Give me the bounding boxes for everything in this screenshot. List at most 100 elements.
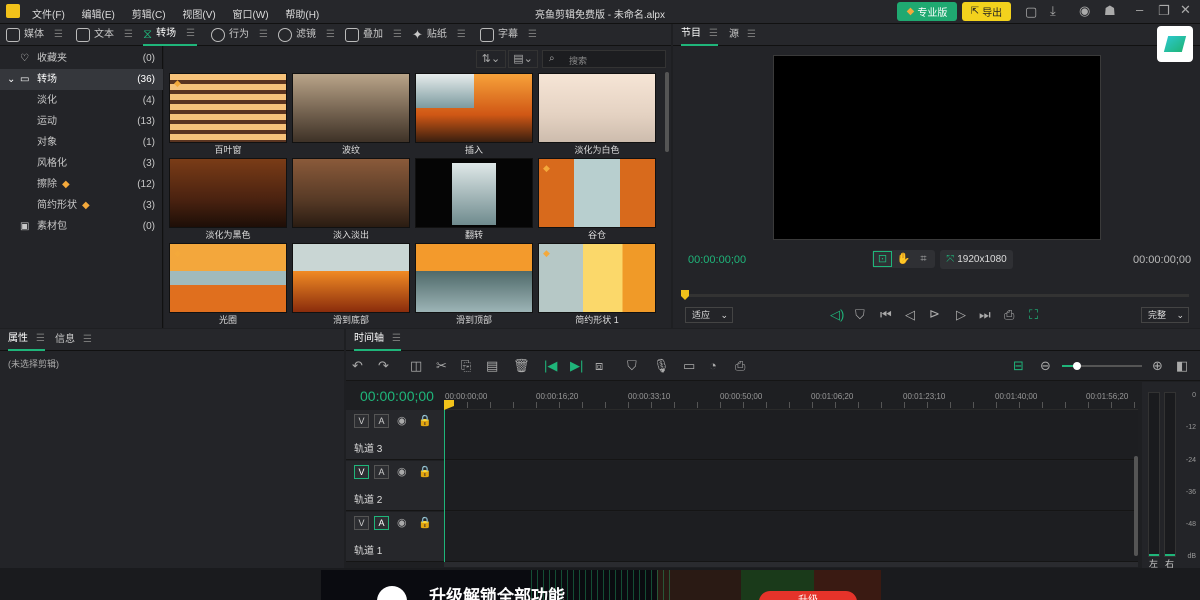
copy-icon[interactable]: ⎘	[461, 359, 471, 373]
tab-properties[interactable]: 属性 ☰	[8, 329, 45, 351]
upgrade-banner[interactable]: 升级解锁全部功能 升级	[321, 570, 881, 600]
minimize-icon[interactable]: –	[1136, 3, 1143, 17]
delete-icon[interactable]: 🗑	[513, 359, 530, 373]
transition-thumb[interactable]	[292, 73, 410, 143]
transition-thumb[interactable]: ◆	[169, 73, 287, 143]
menu-file[interactable]: 文件(F)	[32, 10, 65, 21]
transition-thumb[interactable]	[415, 73, 533, 143]
view-mode-button[interactable]: ▤⌄	[508, 50, 538, 68]
crop-icon[interactable]: ⌗	[914, 252, 933, 266]
tab-subtitles[interactable]: 字幕 ☰	[480, 24, 537, 46]
transition-thumb[interactable]	[292, 243, 410, 313]
shield-icon[interactable]: ⛉	[627, 359, 637, 373]
trim-start-icon[interactable]: |◀	[544, 359, 557, 373]
play-icon[interactable]: ⊳	[929, 307, 940, 321]
audio-toggle[interactable]: A	[374, 516, 389, 530]
video-toggle[interactable]: V	[354, 516, 369, 530]
tab-media[interactable]: 媒体 ☰	[6, 24, 63, 46]
tab-program[interactable]: 节目 ☰	[681, 24, 718, 46]
download-icon[interactable]: ⤓	[1050, 4, 1056, 18]
transition-thumb[interactable]: ◆	[538, 158, 656, 228]
transition-thumb[interactable]	[538, 73, 656, 143]
transition-thumb[interactable]	[292, 158, 410, 228]
track-lane[interactable]	[444, 461, 1138, 511]
zoom-out-icon[interactable]: ⊖	[1040, 359, 1051, 373]
tab-filters[interactable]: 滤镜 ☰	[278, 24, 335, 46]
trim-end-icon[interactable]: ▶|	[570, 359, 583, 373]
lock-icon[interactable]: 🔒	[418, 414, 432, 428]
zoom-in-icon[interactable]: ⊕	[1152, 359, 1163, 373]
tab-source[interactable]: 源 ☰	[729, 24, 756, 46]
cut-icon[interactable]: ✂	[436, 359, 447, 373]
timeline-hscrollbar[interactable]	[444, 562, 1138, 567]
scrub-track[interactable]	[683, 294, 1189, 297]
category-motion[interactable]: 运动 (13)	[0, 111, 163, 132]
notification-icon[interactable]: ☗	[1104, 4, 1116, 18]
pro-button[interactable]: ◆ 专业版	[897, 2, 957, 21]
category-fade[interactable]: 淡化 (4)	[0, 90, 163, 111]
timeline-vscrollbar[interactable]	[1134, 456, 1138, 556]
next-frame-icon[interactable]: ▷	[956, 308, 966, 322]
tab-stickers[interactable]: ✦ 贴纸 ☰	[412, 24, 466, 46]
save-icon[interactable]: ▢	[1025, 5, 1037, 19]
panel-toggle-icon[interactable]: ◧	[1176, 359, 1188, 373]
marker-icon[interactable]: ⛉	[855, 308, 865, 322]
video-toggle[interactable]: V	[354, 414, 369, 428]
upgrade-button[interactable]: 升级	[759, 591, 857, 600]
zoom-slider-handle[interactable]	[1073, 362, 1081, 370]
playhead-marker[interactable]	[681, 290, 689, 300]
lock-icon[interactable]: 🔒	[418, 516, 432, 530]
tab-behavior[interactable]: 行为 ☰	[211, 24, 268, 46]
video-canvas[interactable]	[773, 55, 1101, 240]
category-transitions[interactable]: ⌄ ▭ 转场 (36)	[0, 69, 163, 90]
redo-icon[interactable]: ↷	[378, 359, 389, 373]
category-stylize[interactable]: 风格化 (3)	[0, 153, 163, 174]
sort-button[interactable]: ⇅⌄	[476, 50, 506, 68]
fullscreen-icon[interactable]: ⛶	[1029, 308, 1038, 322]
paste-icon[interactable]: ▤	[486, 359, 498, 373]
hand-icon[interactable]: ✋	[894, 252, 913, 266]
eye-icon[interactable]: ◉	[397, 516, 407, 530]
monitor-icon[interactable]: ▭	[683, 359, 695, 373]
restore-icon[interactable]: ❐	[1158, 4, 1170, 18]
account-icon[interactable]: ◉	[1079, 4, 1090, 18]
category-simple-shapes[interactable]: 简约形状 ◆ (3)	[0, 195, 163, 216]
menu-edit[interactable]: 编辑(E)	[82, 10, 115, 21]
category-object[interactable]: 对象 (1)	[0, 132, 163, 153]
menu-window[interactable]: 窗口(W)	[232, 10, 268, 21]
close-icon[interactable]: ✕	[1180, 3, 1191, 17]
menu-clip[interactable]: 剪辑(C)	[132, 10, 166, 21]
resolution-button[interactable]: ⤧ 1920x1080	[940, 250, 1013, 269]
prev-frame-icon[interactable]: ◁	[905, 308, 915, 322]
track-lane[interactable]	[444, 410, 1138, 460]
transition-thumb[interactable]	[169, 158, 287, 228]
track-lane[interactable]	[444, 512, 1138, 562]
transition-thumb[interactable]	[415, 243, 533, 313]
audio-toggle[interactable]: A	[374, 465, 389, 479]
microphone-icon[interactable]: 🎙	[653, 359, 670, 373]
speed-icon[interactable]: ◔	[709, 359, 717, 373]
quality-select[interactable]: 完整 ⌄	[1141, 307, 1189, 323]
fit-timeline-icon[interactable]: ⧈	[595, 359, 603, 373]
export-button[interactable]: ⇱ 导出	[962, 2, 1011, 21]
skip-end-icon[interactable]: ⏭	[979, 308, 991, 322]
tab-timeline[interactable]: 时间轴 ☰	[354, 329, 401, 351]
category-asset-pack[interactable]: ▣ 素材包 (0)	[0, 216, 163, 237]
tab-overlay[interactable]: 叠加 ☰	[345, 24, 402, 46]
fit-select[interactable]: 适应 ⌄	[685, 307, 733, 323]
eye-icon[interactable]: ◉	[397, 414, 407, 428]
audio-toggle[interactable]: A	[374, 414, 389, 428]
lock-icon[interactable]: 🔒	[418, 465, 432, 479]
record-screen-icon[interactable]: ⎙	[735, 359, 745, 373]
tab-transitions[interactable]: ⧖ 转场 ☰	[143, 24, 198, 46]
fit-zoom-icon[interactable]: ⊟	[1013, 359, 1024, 373]
search-input[interactable]: ⌕ 搜索	[542, 50, 666, 68]
tab-text[interactable]: 文本 ☰	[76, 24, 133, 46]
menu-help[interactable]: 帮助(H)	[285, 10, 319, 21]
category-wipe[interactable]: 擦除 ◆ (12)	[0, 174, 163, 195]
volume-icon[interactable]: ◁)	[830, 308, 844, 322]
transition-thumb[interactable]: ◆	[538, 243, 656, 313]
split-icon[interactable]: ◫	[410, 359, 422, 373]
undo-icon[interactable]: ↶	[352, 359, 363, 373]
snapshot-icon[interactable]: ⎙	[1004, 308, 1014, 322]
